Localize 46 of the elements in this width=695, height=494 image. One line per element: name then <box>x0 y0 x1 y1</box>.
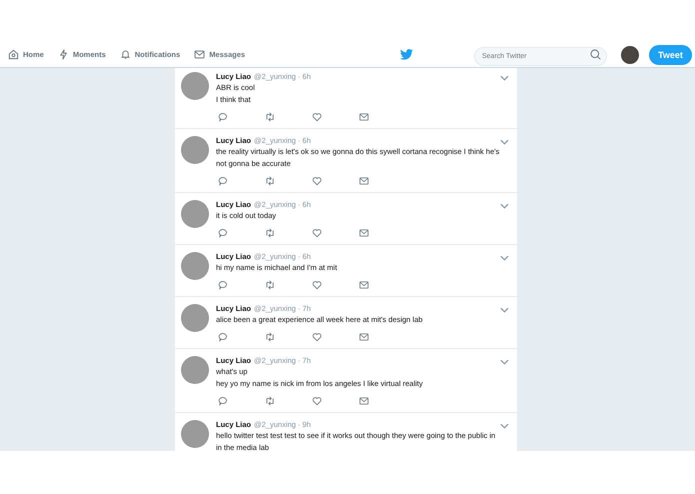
reply-icon[interactable] <box>218 280 228 290</box>
retweet-icon[interactable] <box>265 332 275 342</box>
chevron-down-icon[interactable] <box>500 139 509 145</box>
chevron-down-icon[interactable] <box>500 75 509 81</box>
retweet-icon[interactable] <box>265 280 275 290</box>
chevron-down-icon[interactable] <box>500 423 509 429</box>
search-icon[interactable] <box>590 49 601 60</box>
envelope-icon[interactable] <box>359 332 369 342</box>
envelope-icon <box>194 49 206 60</box>
heart-icon[interactable] <box>312 176 322 186</box>
avatar[interactable] <box>181 304 209 332</box>
envelope-icon[interactable] <box>359 228 369 238</box>
chevron-down-icon[interactable] <box>500 255 509 261</box>
heart-icon[interactable] <box>312 396 322 406</box>
reply-icon[interactable] <box>218 332 228 342</box>
tweet-button[interactable]: Tweet <box>649 44 692 64</box>
home-icon <box>8 49 19 60</box>
envelope-icon[interactable] <box>359 280 369 290</box>
envelope-icon[interactable] <box>359 396 369 406</box>
bell-icon <box>120 49 131 60</box>
reply-icon[interactable] <box>218 396 228 406</box>
avatar[interactable] <box>181 136 209 164</box>
lightning-icon <box>58 49 69 60</box>
chevron-down-icon[interactable] <box>500 203 509 209</box>
avatar[interactable] <box>181 72 209 100</box>
envelope-icon[interactable] <box>359 176 369 186</box>
retweet-icon[interactable] <box>265 112 275 122</box>
reply-icon[interactable] <box>218 112 228 122</box>
profile-avatar[interactable] <box>621 46 639 64</box>
envelope-icon[interactable] <box>359 112 369 122</box>
avatar[interactable] <box>181 252 209 280</box>
heart-icon[interactable] <box>312 280 322 290</box>
chevron-down-icon[interactable] <box>500 359 509 365</box>
retweet-icon[interactable] <box>265 228 275 238</box>
heart-icon[interactable] <box>312 228 322 238</box>
avatar[interactable] <box>181 420 209 448</box>
heart-icon[interactable] <box>312 112 322 122</box>
reply-icon[interactable] <box>218 228 228 238</box>
heart-icon[interactable] <box>312 332 322 342</box>
retweet-icon[interactable] <box>265 396 275 406</box>
avatar[interactable] <box>181 356 209 384</box>
bird-logo-icon[interactable] <box>400 49 413 60</box>
avatar[interactable] <box>181 200 209 228</box>
retweet-icon[interactable] <box>265 176 275 186</box>
reply-icon[interactable] <box>218 176 228 186</box>
chevron-down-icon[interactable] <box>500 307 509 313</box>
